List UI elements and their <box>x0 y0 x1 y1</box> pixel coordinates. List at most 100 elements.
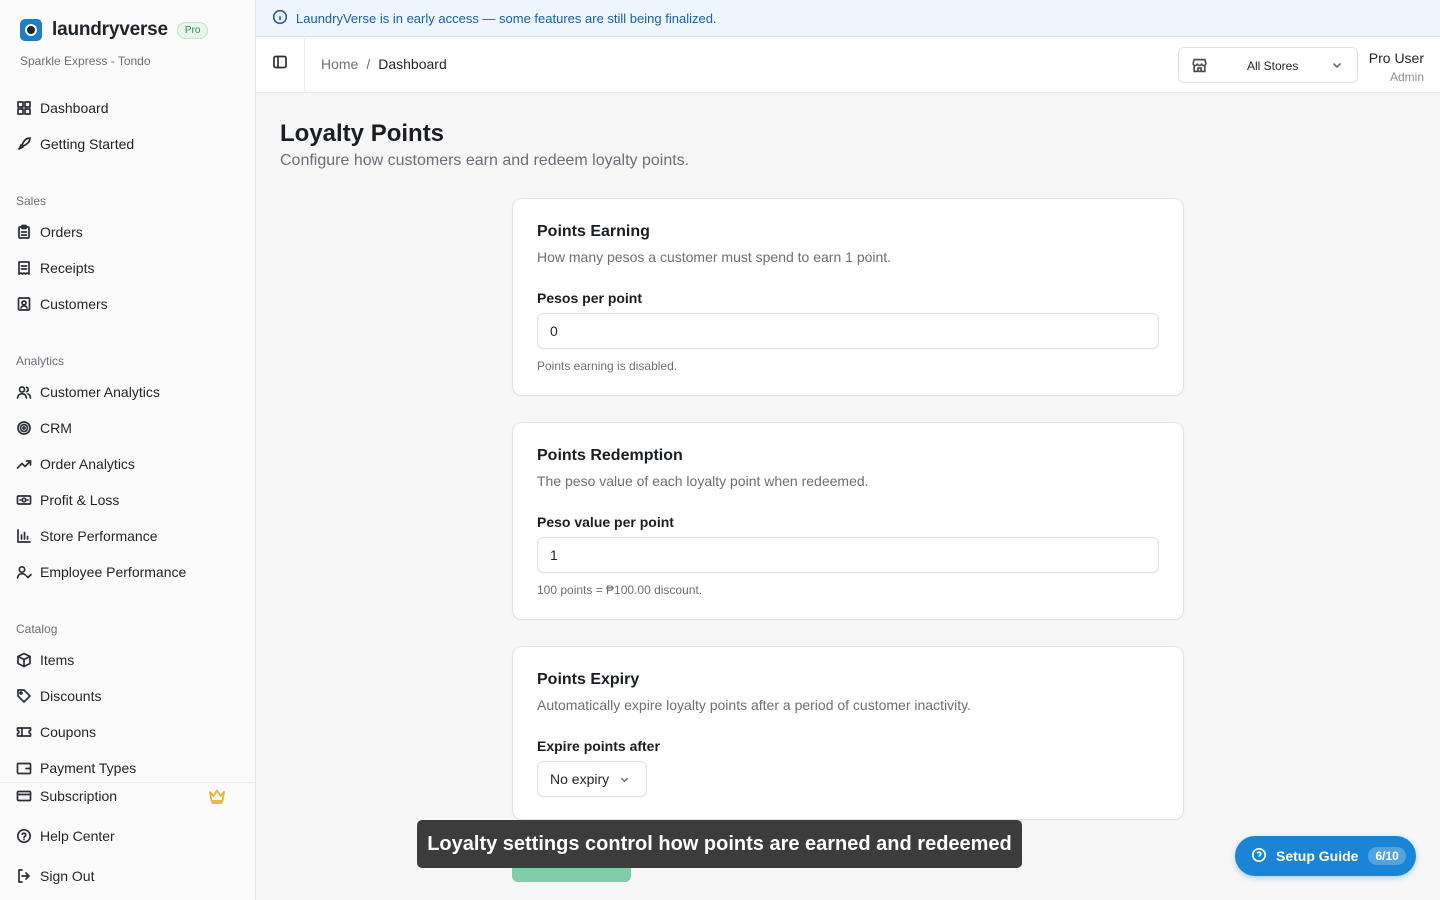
peso-value-per-point-label: Peso value per point <box>537 514 674 530</box>
card-title: Points Redemption <box>537 447 683 464</box>
sidebar-item-label: Getting Started <box>40 136 135 152</box>
ticket-icon <box>16 724 32 740</box>
expire-points-after-label: Expire points after <box>537 738 660 754</box>
early-access-banner: LaundryVerse is in early access — some f… <box>256 0 1440 37</box>
card-title: Points Expiry <box>537 671 640 688</box>
current-store-name: Sparkle Express - Tondo <box>20 54 151 68</box>
wallet-icon <box>16 760 32 776</box>
breadcrumb-current: Dashboard <box>378 56 447 72</box>
sidebar-item-employee-performance[interactable]: Employee Performance <box>16 560 240 584</box>
help-icon <box>16 828 32 844</box>
credit-card-icon <box>16 788 32 804</box>
nav-section-catalog: Catalog <box>16 622 58 636</box>
points-earning-card: Points Earning How many pesos a customer… <box>512 198 1184 396</box>
nav-section-sales: Sales <box>16 194 47 208</box>
pesos-per-point-label: Pesos per point <box>537 290 643 306</box>
expiry-select-value: No expiry <box>550 771 610 787</box>
sidebar-item-order-analytics[interactable]: Order Analytics <box>16 452 240 476</box>
trend-icon <box>16 456 32 472</box>
sidebar-item-coupons[interactable]: Coupons <box>16 720 240 744</box>
sidebar-item-label: Help Center <box>40 828 115 844</box>
nav-section-analytics: Analytics <box>16 354 65 368</box>
sidebar-item-label: Order Analytics <box>40 456 135 472</box>
user-name: Pro User <box>1368 50 1424 66</box>
receipt-icon <box>16 260 32 276</box>
target-icon <box>16 420 32 436</box>
user-role: Admin <box>1389 70 1424 84</box>
package-icon <box>16 652 32 668</box>
clipboard-icon <box>16 224 32 240</box>
users-icon <box>16 384 32 400</box>
sidebar-item-customer-analytics[interactable]: Customer Analytics <box>16 380 240 404</box>
sidebar-item-customers[interactable]: Customers <box>16 292 240 316</box>
setup-guide-button[interactable]: Setup Guide 6/10 <box>1235 836 1416 876</box>
sidebar-divider <box>0 782 255 783</box>
sidebar-item-sign-out[interactable]: Sign Out <box>16 864 240 888</box>
redemption-hint: 100 points = ₱100.00 discount. <box>537 583 703 597</box>
brand[interactable]: laundryverse Pro <box>20 18 209 42</box>
banknote-icon <box>16 492 32 508</box>
sidebar-item-discounts[interactable]: Discounts <box>16 684 240 708</box>
panel-left-icon <box>272 54 288 75</box>
card-description: How many pesos a customer must spend to … <box>537 249 892 265</box>
sidebar-item-label: Discounts <box>40 688 102 704</box>
card-title: Points Earning <box>537 223 650 240</box>
sidebar-item-store-performance[interactable]: Store Performance <box>16 524 240 548</box>
contact-icon <box>16 296 32 312</box>
sidebar-item-crm[interactable]: CRM <box>16 416 240 440</box>
points-expiry-card: Points Expiry Automatically expire loyal… <box>512 646 1184 820</box>
sidebar-item-label: Profit & Loss <box>40 492 120 508</box>
store-selector[interactable]: All Stores <box>1178 47 1358 83</box>
sidebar-toggle-button[interactable] <box>256 37 305 92</box>
sidebar-item-label: Coupons <box>40 724 97 740</box>
tag-icon <box>16 688 32 704</box>
sidebar-item-subscription[interactable]: Subscription <box>16 784 240 808</box>
breadcrumb: Home / Dashboard <box>321 56 447 72</box>
banner-text: LaundryVerse is in early access — some f… <box>296 10 717 26</box>
page-subtitle: Configure how customers earn and redeem … <box>280 152 690 169</box>
sidebar-item-label: Receipts <box>40 260 95 276</box>
bar-chart-icon <box>16 528 32 544</box>
sidebar-item-label: Customers <box>40 296 108 312</box>
sidebar-item-profit-loss[interactable]: Profit & Loss <box>16 488 240 512</box>
sidebar-item-receipts[interactable]: Receipts <box>16 256 240 280</box>
laundryverse-logo-icon <box>20 19 42 41</box>
top-header: Home / Dashboard All Stores Pro User Adm… <box>256 37 1440 93</box>
card-description: Automatically expire loyalty points afte… <box>537 697 971 713</box>
toast-message: Loyalty settings control how points are … <box>417 820 1022 868</box>
expiry-select[interactable]: No expiry <box>537 761 647 797</box>
card-description: The peso value of each loyalty point whe… <box>537 473 869 489</box>
plan-badge: Pro <box>176 21 209 39</box>
sidebar-item-help-center[interactable]: Help Center <box>16 824 240 848</box>
points-redemption-card: Points Redemption The peso value of each… <box>512 422 1184 620</box>
sidebar-item-label: CRM <box>40 420 72 436</box>
sidebar-item-label: Items <box>40 652 75 668</box>
chevron-down-icon <box>1331 59 1343 74</box>
peso-value-per-point-input[interactable] <box>537 537 1159 573</box>
sidebar-item-payment-types[interactable]: Payment Types <box>16 756 240 776</box>
logout-icon <box>16 868 32 884</box>
breadcrumb-separator: / <box>366 56 371 72</box>
setup-guide-label: Setup Guide <box>1276 848 1359 864</box>
sidebar-item-items[interactable]: Items <box>16 648 240 672</box>
sidebar-item-label: Sign Out <box>40 868 95 884</box>
store-icon <box>1191 57 1208 77</box>
sidebar-item-label: Employee Performance <box>40 564 187 580</box>
info-icon <box>272 9 296 28</box>
page-title: Loyalty Points <box>280 120 445 147</box>
sidebar-item-orders[interactable]: Orders <box>16 220 240 244</box>
user-menu[interactable]: Pro User Admin <box>1369 50 1424 84</box>
rocket-icon <box>16 136 32 152</box>
sidebar-item-dashboard[interactable]: Dashboard <box>16 96 240 120</box>
breadcrumb-home[interactable]: Home <box>321 56 358 72</box>
sidebar-item-label: Store Performance <box>40 528 158 544</box>
store-selector-value: All Stores <box>1247 59 1299 73</box>
pesos-per-point-input[interactable] <box>537 313 1159 349</box>
sidebar-item-getting-started[interactable]: Getting Started <box>16 132 240 156</box>
sidebar: laundryverse Pro Sparkle Express - Tondo… <box>0 0 256 900</box>
crown-icon <box>208 787 226 808</box>
setup-guide-progress: 6/10 <box>1368 847 1406 865</box>
brand-name: laundryverse <box>52 19 168 40</box>
sidebar-item-label: Dashboard <box>40 100 109 116</box>
earning-hint: Points earning is disabled. <box>537 359 678 373</box>
